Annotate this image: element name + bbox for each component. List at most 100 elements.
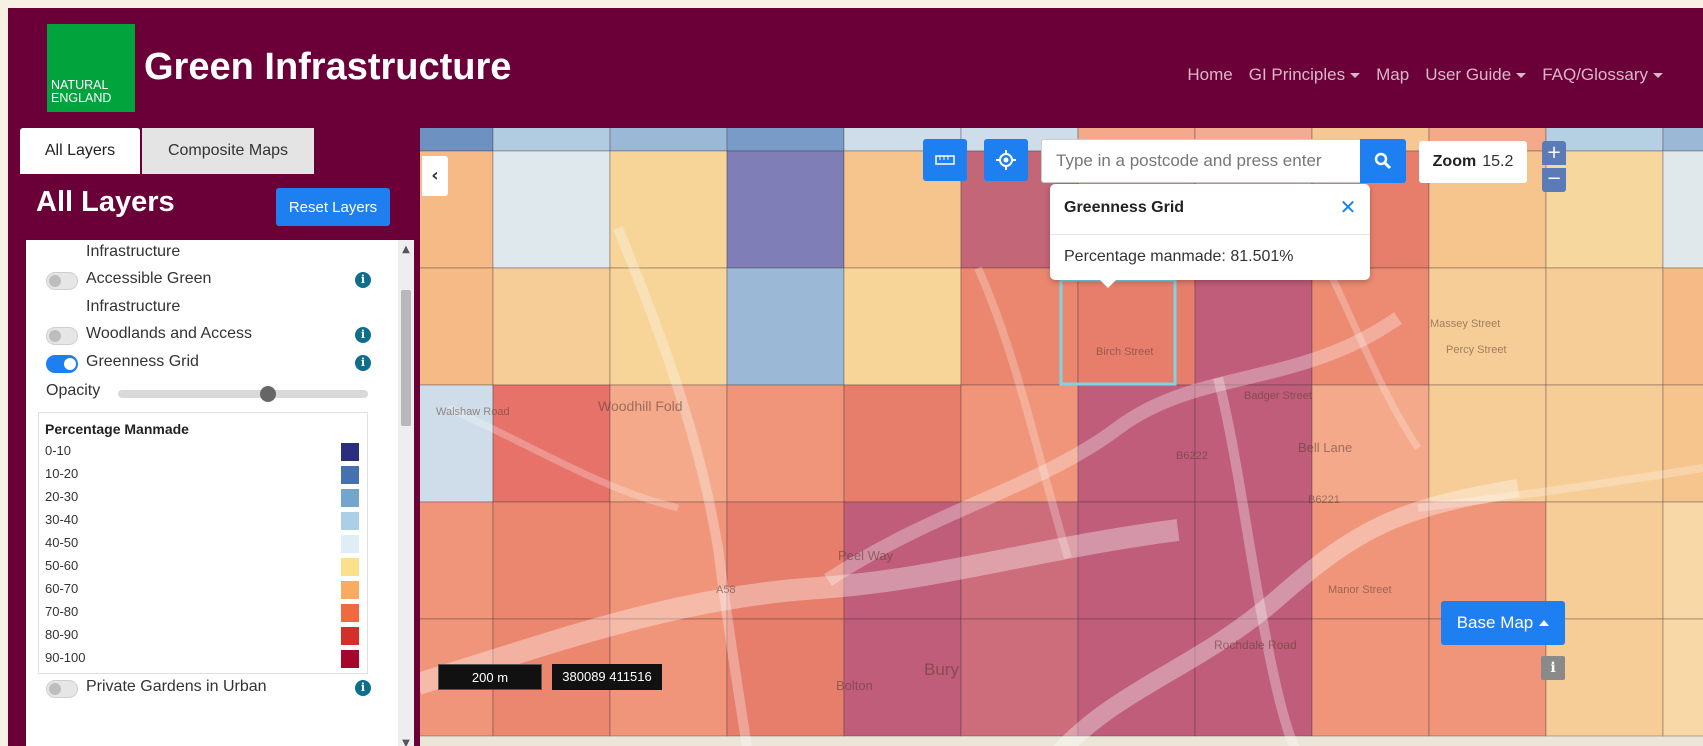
nav-faq-glossary-label: FAQ/Glossary <box>1542 65 1648 84</box>
grid-cell[interactable] <box>418 128 494 152</box>
grid-cell[interactable] <box>726 150 845 269</box>
grid-cell[interactable] <box>609 128 728 152</box>
nav-faq-glossary[interactable]: FAQ/Glossary <box>1542 65 1663 85</box>
grid-cell[interactable] <box>418 501 494 620</box>
base-map-button[interactable]: Base Map <box>1441 601 1565 645</box>
legend-swatch <box>341 650 359 668</box>
grid-cell[interactable] <box>492 384 611 503</box>
grid-cell[interactable] <box>1662 501 1703 620</box>
layer-list-scrollbar[interactable]: ▲ ▼ <box>398 240 414 746</box>
grid-cell[interactable] <box>1077 267 1196 386</box>
grid-cell[interactable] <box>726 128 845 152</box>
nav-user-guide[interactable]: User Guide <box>1425 65 1527 85</box>
layer-woodlands-label: Woodlands and Access <box>86 325 253 342</box>
grid-cell[interactable] <box>960 501 1079 620</box>
grid-cell[interactable] <box>492 501 611 620</box>
legend-item: 70-80 <box>45 602 363 624</box>
grid-cell[interactable] <box>1545 384 1664 503</box>
grid-cell[interactable] <box>1662 618 1703 737</box>
grid-cell[interactable] <box>492 150 611 269</box>
tab-all-layers[interactable]: All Layers <box>20 128 140 174</box>
postcode-search-input[interactable] <box>1041 139 1361 183</box>
grid-cell[interactable] <box>1545 267 1664 386</box>
search-button[interactable] <box>1360 139 1406 183</box>
grid-cell[interactable] <box>726 384 845 503</box>
grid-cell[interactable] <box>1194 501 1313 620</box>
opacity-slider-handle[interactable] <box>260 386 276 402</box>
info-icon[interactable]: i <box>1541 656 1565 680</box>
scroll-up-icon[interactable]: ▲ <box>398 242 414 258</box>
map-label: Percy Street <box>1446 344 1507 356</box>
info-icon[interactable]: i <box>355 680 371 696</box>
scroll-down-icon[interactable]: ▼ <box>398 736 414 746</box>
grid-cell[interactable] <box>609 501 728 620</box>
grid-cell[interactable] <box>1662 128 1703 152</box>
grid-cell[interactable] <box>843 267 962 386</box>
nav-map[interactable]: Map <box>1376 65 1409 85</box>
toggle-greenness-grid[interactable] <box>46 355 78 373</box>
grid-cell[interactable] <box>1311 267 1430 386</box>
toggle-accessible-green[interactable] <box>46 272 78 290</box>
info-icon[interactable]: i <box>355 355 371 371</box>
grid-cell[interactable] <box>492 128 611 152</box>
toggle-private-gardens[interactable] <box>46 680 78 698</box>
measure-button[interactable] <box>923 139 967 181</box>
top-nav: Home GI Principles Map User Guide FAQ/Gl… <box>1187 60 1663 90</box>
popup-pointer <box>1098 278 1118 288</box>
grid-cell[interactable] <box>960 267 1079 386</box>
grid-cell[interactable] <box>1194 618 1313 737</box>
grid-cell[interactable] <box>1194 384 1313 503</box>
grid-cell[interactable] <box>1077 618 1196 737</box>
caret-down-icon <box>1653 72 1663 78</box>
nav-home[interactable]: Home <box>1187 65 1232 85</box>
grid-cell[interactable] <box>843 384 962 503</box>
legend-swatch <box>341 535 359 553</box>
reset-layers-button[interactable]: Reset Layers <box>276 188 390 226</box>
grid-cell[interactable] <box>1662 384 1703 503</box>
layer-list[interactable]: Infrastructure Accessible Green i Infras… <box>26 240 402 746</box>
grid-cell[interactable] <box>960 618 1079 737</box>
grid-cell[interactable] <box>726 501 845 620</box>
grid-cell[interactable] <box>960 384 1079 503</box>
legend-item: 90-100 <box>45 648 363 670</box>
grid-cell[interactable] <box>1077 501 1196 620</box>
popup-divider <box>1050 234 1370 235</box>
grid-cell[interactable] <box>1077 384 1196 503</box>
toggle-woodlands[interactable] <box>46 327 78 345</box>
grid-cell[interactable] <box>1311 618 1430 737</box>
grid-cell[interactable] <box>609 150 728 269</box>
legend-swatch <box>341 443 359 461</box>
grid-cell[interactable] <box>609 267 728 386</box>
info-icon[interactable]: i <box>355 272 371 288</box>
nav-user-guide-label: User Guide <box>1425 65 1512 84</box>
collapse-sidebar-button[interactable]: ‹ <box>422 156 448 196</box>
locate-button[interactable] <box>984 139 1028 181</box>
grid-cell[interactable] <box>1428 384 1547 503</box>
info-icon[interactable]: i <box>355 327 371 343</box>
grid-cell[interactable] <box>1194 267 1313 386</box>
tab-composite-maps[interactable]: Composite Maps <box>142 128 314 174</box>
grid-cell[interactable] <box>1662 150 1703 269</box>
opacity-slider[interactable] <box>118 386 368 402</box>
grid-cell[interactable] <box>726 267 845 386</box>
scrollbar-thumb[interactable] <box>401 290 411 426</box>
legend-item: 0-10 <box>45 441 363 463</box>
legend-item: 20-30 <box>45 487 363 509</box>
grid-cell[interactable] <box>1662 267 1703 386</box>
natural-england-logo[interactable]: NATURAL ENGLAND <box>47 24 135 112</box>
crosshair-icon <box>996 150 1016 170</box>
close-icon[interactable]: ✕ <box>1338 196 1358 218</box>
grid-cell[interactable] <box>1311 501 1430 620</box>
grid-cell[interactable] <box>726 618 845 737</box>
map-label: Woodhill Fold <box>598 398 683 414</box>
zoom-in-button[interactable]: + <box>1542 141 1566 165</box>
legend-swatch <box>341 581 359 599</box>
layer-greenness-label: Greenness Grid <box>86 353 199 370</box>
zoom-out-button[interactable]: − <box>1542 168 1566 192</box>
grid-cell[interactable] <box>418 267 494 386</box>
grid-cell[interactable] <box>418 384 494 503</box>
legend-item-label: 0-10 <box>45 443 72 458</box>
nav-gi-principles[interactable]: GI Principles <box>1249 65 1361 85</box>
legend-swatch <box>341 489 359 507</box>
grid-cell[interactable] <box>492 267 611 386</box>
